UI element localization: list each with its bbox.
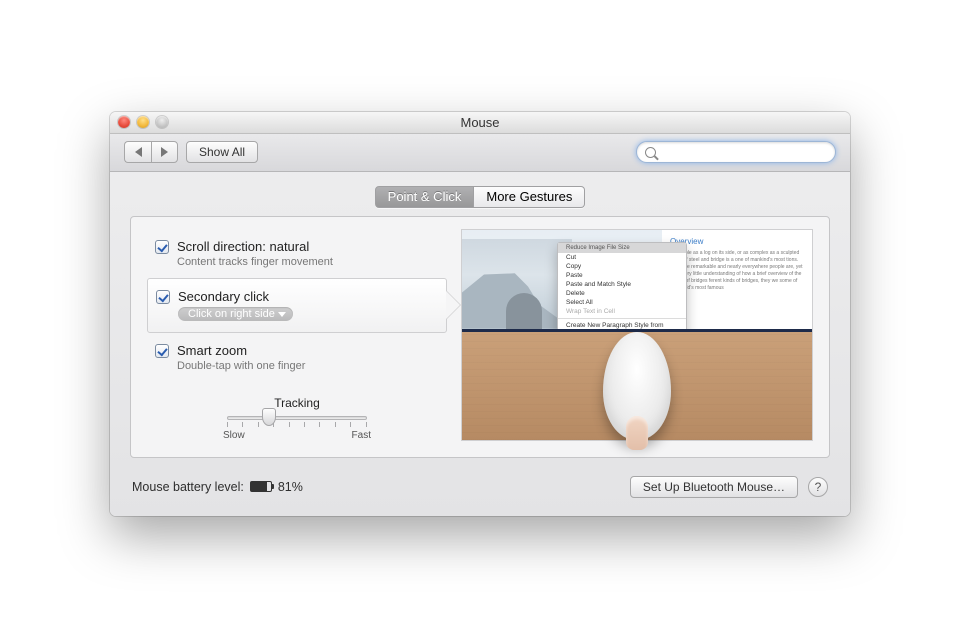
menu-item: Select All — [558, 298, 686, 307]
battery-percent: 81% — [278, 480, 303, 494]
preview-desk — [462, 332, 812, 440]
slider-min-label: Slow — [223, 430, 245, 441]
tab-more-gestures[interactable]: More Gestures — [474, 186, 585, 208]
option-title: Secondary click — [178, 289, 293, 304]
tracking-label: Tracking — [147, 396, 447, 410]
tab-point-click[interactable]: Point & Click — [375, 186, 475, 208]
menu-item: Paste and Match Style — [558, 280, 686, 289]
nav-segmented — [124, 141, 178, 163]
tabs: Point & Click More Gestures — [110, 172, 850, 216]
window-title: Mouse — [460, 115, 499, 130]
tracking-section: Tracking Slow Fast — [147, 396, 447, 441]
option-subtitle: Double-tap with one finger — [177, 360, 305, 372]
gesture-preview: Overview As simple as a log on its side,… — [461, 229, 813, 441]
forward-button[interactable] — [151, 141, 178, 163]
search-input[interactable] — [636, 141, 836, 163]
search-icon — [645, 147, 656, 158]
battery-status: Mouse battery level: 81% — [132, 480, 303, 494]
back-button[interactable] — [124, 141, 151, 163]
toolbar: Show All — [110, 134, 850, 172]
option-subtitle: Content tracks finger movement — [177, 256, 333, 268]
chevron-left-icon — [135, 147, 142, 157]
option-scroll-direction[interactable]: Scroll direction: natural Content tracks… — [147, 229, 447, 278]
option-title: Smart zoom — [177, 343, 305, 358]
menu-item: Create New Paragraph Style from Selectio… — [558, 321, 686, 332]
content-panel: Scroll direction: natural Content tracks… — [130, 216, 830, 458]
option-title: Scroll direction: natural — [177, 239, 333, 254]
show-all-button[interactable]: Show All — [186, 141, 258, 163]
setup-bluetooth-button[interactable]: Set Up Bluetooth Mouse… — [630, 476, 798, 498]
tracking-slider[interactable] — [227, 416, 367, 428]
menu-item-disabled: Wrap Text in Cell — [558, 307, 686, 316]
preview-screen: Overview As simple as a log on its side,… — [462, 230, 812, 332]
options-list: Scroll direction: natural Content tracks… — [147, 229, 447, 441]
checkbox-scroll[interactable] — [155, 240, 169, 254]
preferences-window: Mouse Show All Point & Click More Gestur… — [110, 112, 850, 516]
context-menu: Reduce Image File Size Cut Copy Paste Pa… — [557, 242, 687, 332]
slider-thumb[interactable] — [262, 408, 276, 426]
menu-item: Cut — [558, 253, 686, 262]
secondary-click-dropdown[interactable]: Click on right side — [178, 307, 293, 321]
option-secondary-click[interactable]: Secondary click Click on right side — [147, 278, 447, 333]
traffic-lights — [118, 116, 168, 128]
zoom-icon[interactable] — [156, 116, 168, 128]
footer: Mouse battery level: 81% Set Up Bluetoot… — [110, 470, 850, 516]
menu-item: Paste — [558, 271, 686, 280]
titlebar[interactable]: Mouse — [110, 112, 850, 134]
checkbox-smartzoom[interactable] — [155, 344, 169, 358]
checkbox-secondary[interactable] — [156, 290, 170, 304]
battery-icon — [250, 481, 272, 492]
chevron-right-icon — [161, 147, 168, 157]
help-button[interactable]: ? — [808, 477, 828, 497]
option-smart-zoom[interactable]: Smart zoom Double-tap with one finger — [147, 333, 447, 382]
close-icon[interactable] — [118, 116, 130, 128]
menu-item: Delete — [558, 289, 686, 298]
finger-icon — [626, 416, 648, 450]
slider-max-label: Fast — [352, 430, 371, 441]
menu-item: Copy — [558, 262, 686, 271]
minimize-icon[interactable] — [137, 116, 149, 128]
